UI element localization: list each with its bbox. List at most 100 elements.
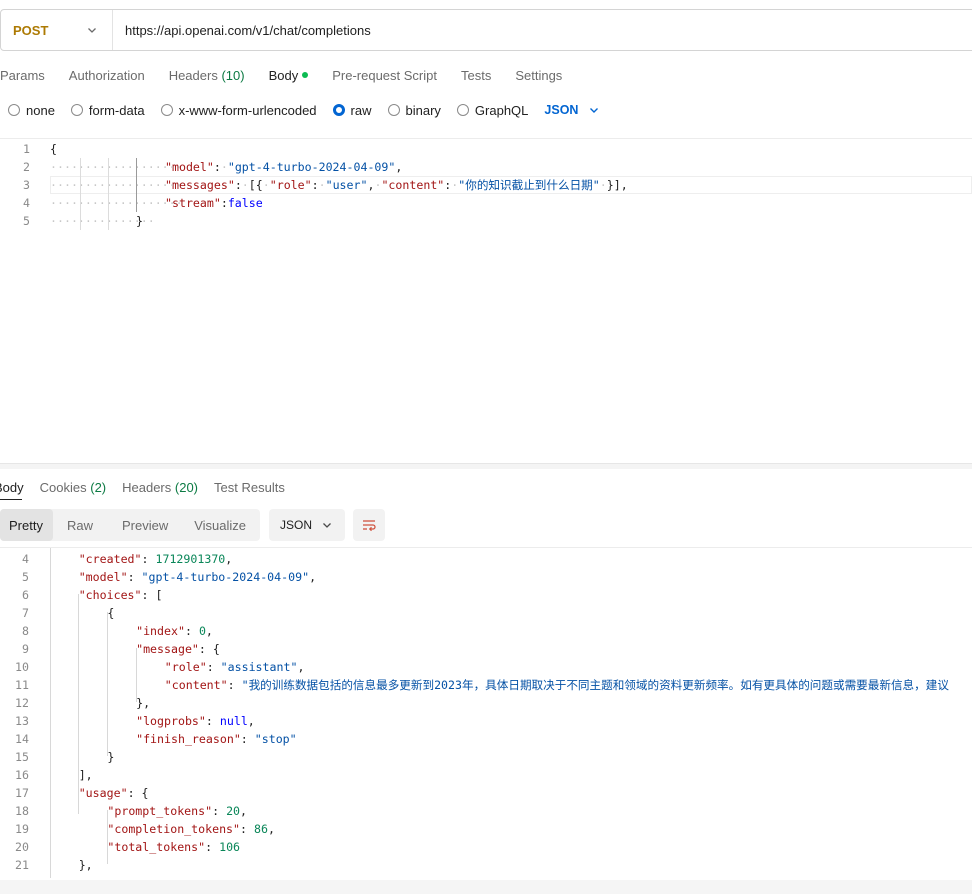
view-visualize-button[interactable]: Visualize [182,509,260,541]
tab-authorization[interactable]: Authorization [69,68,145,83]
line-number: 15 [15,750,29,764]
radio-icon [70,104,83,116]
tab-headers[interactable]: Headers (10) [169,68,245,83]
code-token: : [311,178,319,192]
url-bar: POST https://api.openai.com/v1/chat/comp… [0,9,972,51]
response-format-label: JSON [280,518,313,532]
body-type-none[interactable]: none [8,103,55,118]
pane-divider[interactable] [0,463,972,469]
code-line: 4 "stream":false ··················· [0,194,972,212]
tab-tests[interactable]: Tests [461,68,491,83]
code-token: : [ [141,588,163,602]
tab-label: Tests [460,67,492,83]
code-line: 6 "choices": [ [0,586,972,604]
code-token: "prompt_tokens" [107,804,213,818]
code-line: 11 "content": "我的训练数据包括的信息最多更新到2023年，具体日期… [0,676,972,694]
radio-checked-icon [332,104,345,116]
tab-label: Pre-request Script [332,67,437,83]
radio-icon [8,104,20,116]
code-token: : { [198,642,220,656]
view-raw-button[interactable]: Raw [53,509,112,541]
code-token: , [240,804,248,818]
tab-pre-request-script[interactable]: Pre-request Script [332,68,437,83]
line-number: 5 [23,214,30,228]
indent-guide [107,810,108,864]
body-type-binary[interactable]: binary [387,103,441,118]
line-content: }, [79,856,93,874]
wrap-lines-icon [363,520,376,532]
code-token: }, [136,696,151,710]
tab-response-headers[interactable]: Headers (20) [122,480,198,495]
radio-label: x-www-form-urlencoded [178,102,317,118]
tab-label: Settings [515,67,563,83]
line-content: } [107,748,114,766]
body-format-select[interactable]: JSON [544,103,600,117]
body-type-graphql[interactable]: GraphQL [456,102,529,118]
code-token: · [262,178,270,192]
line-content: "logprobs": null, [136,712,255,730]
code-line: 14 "finish_reason": "stop" [0,730,972,748]
code-line: 9 "message": { [0,640,972,658]
tab-label: Headers [168,67,218,83]
code-token: 20 [226,804,241,818]
line-number: 13 [15,714,29,728]
line-content: "finish_reason": "stop" [136,730,297,748]
status-bar [0,880,972,894]
tab-test-results[interactable]: Test Results [214,480,285,495]
tab-response-body[interactable]: Body [0,480,24,495]
radio-label: GraphQL [474,102,529,118]
line-number: 16 [15,768,29,782]
tab-count: (2) [90,479,107,495]
request-tabs: Params Authorization Headers (10) Body P… [0,66,586,84]
line-number: 6 [22,588,29,602]
line-content: "completion_tokens": 86, [107,820,275,838]
line-number: 2 [23,160,30,174]
response-body-viewer[interactable]: 4 "created": 1712901370, 5 "model": "gpt-4-… [0,547,972,878]
tab-body[interactable]: Body [269,68,309,83]
code-token: · [220,160,228,174]
code-token: "logprobs" [136,714,206,728]
tab-label: Authorization [68,67,145,83]
code-line: 3 "messages":·[{·"role":·"user",·"content… [0,176,972,194]
line-content: "model":·"gpt-4-turbo-2024-04-09", [165,158,402,176]
url-input[interactable]: https://api.openai.com/v1/chat/completio… [113,23,371,38]
tab-params[interactable]: Params [0,68,45,83]
code-token: "assistant" [220,660,298,674]
code-token: "finish_reason" [136,732,241,746]
body-type-form-data[interactable]: form-data [70,103,145,118]
code-token: : [220,196,228,210]
code-token: : [205,840,220,854]
code-token: : [184,624,199,638]
method-select[interactable]: POST [1,10,113,50]
line-number: 7 [22,606,29,620]
view-pretty-button[interactable]: Pretty [0,509,53,541]
body-type-urlencoded[interactable]: x-www-form-urlencoded [160,102,317,118]
code-token: : [206,660,221,674]
code-token: , [225,552,233,566]
view-preview-button[interactable]: Preview [112,509,182,541]
code-token: null [219,714,248,728]
tab-settings[interactable]: Settings [515,68,562,83]
code-token: , [395,160,403,174]
line-content: ], [79,766,93,784]
code-token: , [309,570,317,584]
tab-cookies[interactable]: Cookies (2) [40,480,106,495]
request-body-editor[interactable]: 1{2 "model":·"gpt-4-turbo-2024-04-09", ···… [0,138,972,463]
code-line: 5 "model": "gpt-4-turbo-2024-04-09", [0,568,972,586]
line-number: 14 [15,732,29,746]
code-token: : [213,160,221,174]
tab-label: Body [268,67,299,83]
wrap-lines-button[interactable] [353,509,386,541]
code-token: false [227,196,263,210]
code-line: 2 "model":·"gpt-4-turbo-2024-04-09", ·····… [0,158,972,176]
code-token: · [599,178,607,192]
line-content: "index": 0, [136,622,213,640]
whitespace-marker: ··············· [50,214,155,228]
body-type-raw[interactable]: raw [332,103,372,118]
indent-guide [50,548,51,878]
response-format-select[interactable]: JSON [269,509,346,541]
code-token: : [212,804,227,818]
body-format-label: JSON [544,103,579,117]
code-token: "我的训练数据包括的信息最多更新到2023年，具体日期取决于不同主题和领域的资料… [241,678,949,692]
code-line: 1{ [0,140,972,158]
